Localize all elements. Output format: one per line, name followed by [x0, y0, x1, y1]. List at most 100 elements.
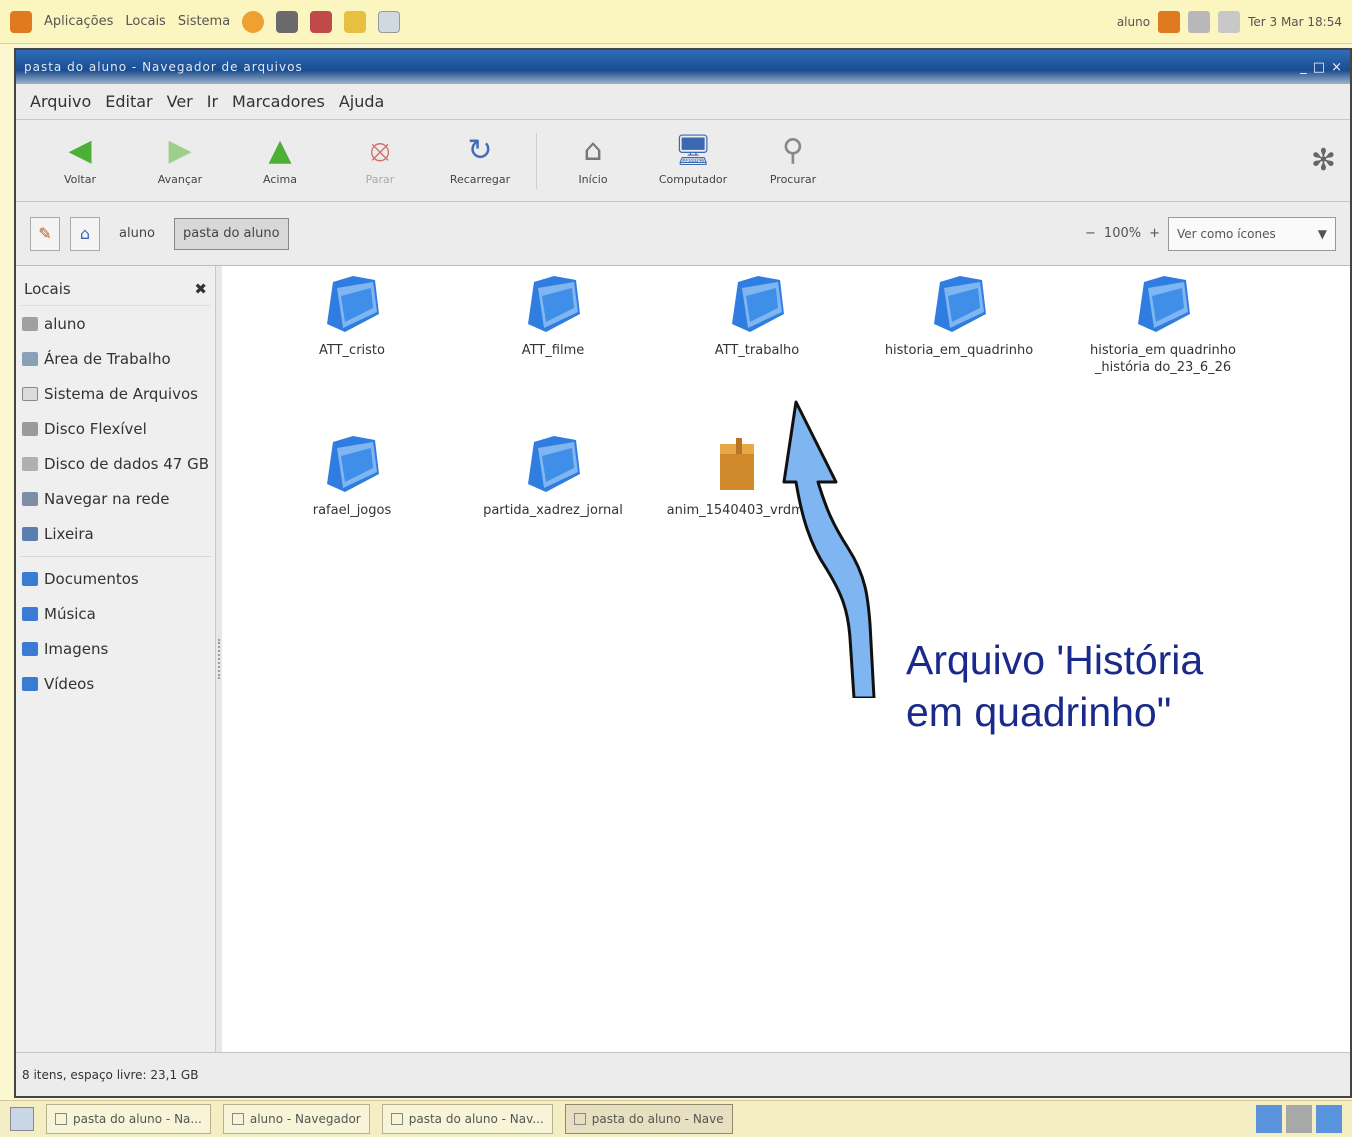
stop-button[interactable]: ⦻ Parar — [330, 126, 430, 196]
disk-icon — [22, 456, 38, 471]
folder-icon — [934, 276, 986, 332]
sidebar-item-filesystem[interactable]: Sistema de Arquivos — [20, 376, 211, 411]
status-bar: 8 itens, espaço livre: 23,1 GB — [16, 1052, 1350, 1096]
annotation-line-1: Arquivo 'História — [906, 637, 1204, 683]
computer-button[interactable]: 🖥 Computador — [643, 126, 743, 196]
file-item-folder[interactable]: ATT_cristo — [267, 274, 437, 359]
file-item-folder[interactable]: ATT_trabalho — [672, 274, 842, 359]
top-panel: Aplicações Locais Sistema aluno Ter 3 Ma… — [0, 0, 1352, 44]
up-arrow-icon: ▲ — [268, 133, 292, 168]
panel-menu-places[interactable]: Locais — [125, 14, 165, 29]
document-launcher-icon[interactable] — [378, 10, 401, 33]
sidebar-bookmark-music[interactable]: Música — [20, 596, 211, 631]
sidebar-bookmark-documents[interactable]: Documentos — [20, 561, 211, 596]
throbber-icon: ✻ — [1310, 143, 1336, 178]
package-icon — [720, 438, 754, 490]
taskbar-window-4[interactable]: pasta do aluno - Nave — [564, 1104, 733, 1134]
workspace-switcher[interactable] — [1256, 1105, 1342, 1133]
text-editor-launcher-icon[interactable] — [276, 10, 299, 33]
menu-ajuda[interactable]: Ajuda — [339, 92, 385, 111]
reload-button[interactable]: ↻ Recarregar — [430, 126, 530, 196]
volume-icon[interactable] — [1218, 10, 1241, 33]
sidebar-item-data-disk[interactable]: Disco de dados 47 GB — [20, 446, 211, 481]
forward-arrow-icon: ▶ — [168, 133, 192, 168]
zoom-in-icon[interactable]: + — [1149, 226, 1160, 241]
taskbar-window-3[interactable]: pasta do aluno - Nav... — [381, 1104, 553, 1134]
content-area: Locais ✖ aluno Área de Trabalho Sistema … — [16, 266, 1350, 1052]
reload-icon: ↻ — [467, 133, 493, 168]
folder-icon — [528, 276, 580, 332]
view-mode-select[interactable]: Ver como ícones ▼ — [1168, 216, 1336, 251]
crumb-current[interactable]: pasta do aluno — [174, 217, 289, 250]
home-button[interactable]: ⌂ Início — [543, 126, 643, 196]
file-item-folder[interactable]: partida_xadrez_jornal — [468, 434, 638, 519]
sidebar-item-floppy[interactable]: Disco Flexível — [20, 411, 211, 446]
folder-icon — [1138, 276, 1190, 332]
sidebar-bookmark-images[interactable]: Imagens — [20, 631, 211, 666]
search-button[interactable]: ⚲ Procurar — [743, 126, 843, 196]
menu-marcadores[interactable]: Marcadores — [232, 92, 325, 111]
maximize-button[interactable]: □ — [1313, 60, 1325, 75]
sidebar-item-network[interactable]: Navegar na rede — [20, 481, 211, 516]
network-icon — [22, 491, 38, 506]
toolbar-separator — [536, 132, 537, 189]
home-crumb-button[interactable]: ⌂ — [70, 216, 100, 251]
annotation-label: Arquivo 'História em quadrinho" — [906, 634, 1203, 738]
toolbar: ◀ Voltar ▶ Avançar ▲ Acima ⦻ Parar ↻ Rec… — [16, 120, 1350, 202]
zoom-level[interactable]: 100% — [1104, 226, 1141, 241]
edit-location-button[interactable]: ✎ — [30, 216, 60, 251]
trash-icon — [22, 526, 38, 541]
folder-icon — [732, 276, 784, 332]
firefox-launcher-icon[interactable] — [242, 10, 265, 33]
menu-arquivo[interactable]: Arquivo — [30, 92, 91, 111]
file-item-folder[interactable]: historia_em_quadrinho — [874, 274, 1044, 359]
menu-ver[interactable]: Ver — [167, 92, 193, 111]
workspace-3[interactable] — [1316, 1105, 1342, 1133]
sidebar-item-desktop[interactable]: Área de Trabalho — [20, 341, 211, 376]
view-mode-value: Ver como ícones — [1177, 226, 1276, 241]
close-button[interactable]: × — [1331, 60, 1342, 75]
tools-launcher-icon[interactable] — [310, 10, 333, 33]
folder-icon — [22, 641, 38, 656]
pencil-launcher-icon[interactable] — [344, 10, 367, 33]
panel-menu-system[interactable]: Sistema — [178, 14, 230, 29]
window-title: pasta do aluno - Navegador de arquivos — [24, 60, 303, 74]
update-notifier-icon[interactable] — [1158, 10, 1181, 33]
close-sidebar-icon[interactable]: ✖ — [194, 280, 207, 298]
window-icon — [55, 1113, 67, 1125]
zoom-out-icon[interactable]: − — [1085, 226, 1096, 241]
menu-ir[interactable]: Ir — [207, 92, 218, 111]
forward-button[interactable]: ▶ Avançar — [130, 126, 230, 196]
show-desktop-icon[interactable] — [10, 1107, 34, 1131]
search-icon: ⚲ — [782, 133, 804, 168]
network-icon[interactable] — [1188, 10, 1211, 33]
filesystem-icon — [22, 386, 38, 401]
taskbar-window-2[interactable]: aluno - Navegador — [222, 1104, 370, 1134]
menu-editar[interactable]: Editar — [105, 92, 152, 111]
up-button[interactable]: ▲ Acima — [230, 126, 330, 196]
tray-clock[interactable]: Ter 3 Mar 18:54 — [1248, 15, 1342, 29]
sidebar-item-home[interactable]: aluno — [20, 306, 211, 341]
panel-menu-apps[interactable]: Aplicações — [44, 14, 113, 29]
taskbar-window-1[interactable]: pasta do aluno - Na... — [46, 1104, 211, 1134]
window-icon — [390, 1113, 403, 1125]
foot-menu-icon[interactable] — [10, 10, 32, 33]
file-item-folder[interactable]: rafael_jogos — [267, 434, 437, 519]
minimize-button[interactable]: _ — [1300, 60, 1307, 75]
home-icon: ⌂ — [583, 133, 603, 168]
tray-user[interactable]: aluno — [1117, 15, 1150, 29]
file-manager-window: pasta do aluno - Navegador de arquivos _… — [14, 48, 1352, 1098]
desktop-icon — [22, 351, 38, 366]
sidebar-header[interactable]: Locais ✖ — [20, 272, 211, 306]
folder-icon — [22, 571, 38, 586]
sidebar-bookmark-videos[interactable]: Vídeos — [20, 666, 211, 701]
file-item-folder[interactable]: historia_em quadrinho_história do_23_6_2… — [1078, 274, 1248, 376]
crumb-parent[interactable]: aluno — [110, 218, 164, 250]
window-icon — [573, 1113, 586, 1125]
back-button[interactable]: ◀ Voltar — [30, 126, 130, 196]
workspace-2[interactable] — [1286, 1105, 1312, 1133]
window-titlebar[interactable]: pasta do aluno - Navegador de arquivos _… — [16, 50, 1350, 84]
workspace-1[interactable] — [1256, 1105, 1282, 1133]
file-item-folder[interactable]: ATT_filme — [468, 274, 638, 359]
sidebar-item-trash[interactable]: Lixeira — [20, 516, 211, 551]
